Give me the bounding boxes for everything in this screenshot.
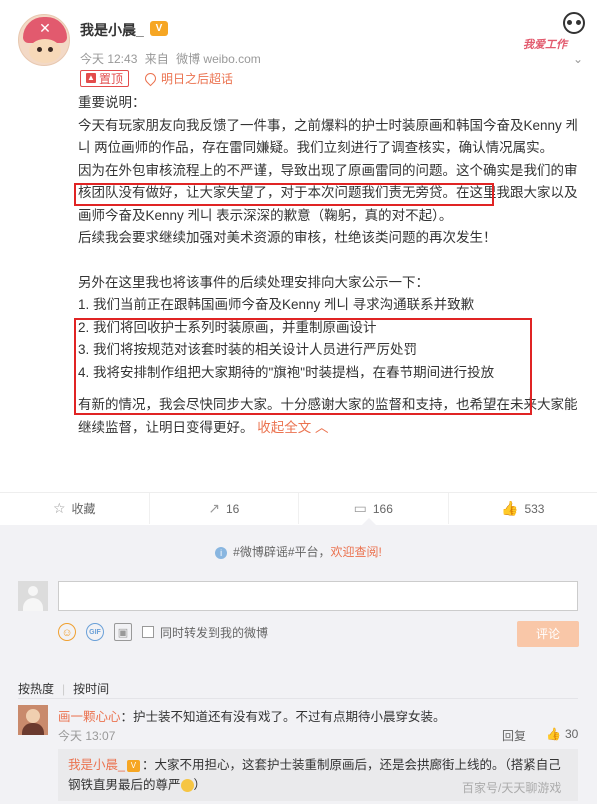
highlight-box xyxy=(74,183,494,206)
chevron-down-icon[interactable]: ⌄ xyxy=(573,52,583,66)
list-intro: 另外在这里我也将该事件的后续处理安排向大家公示一下： xyxy=(78,274,429,290)
like-count: 533 xyxy=(524,501,545,516)
forward-checkbox[interactable] xyxy=(142,626,154,638)
favorite-button[interactable]: ☆ 收藏 xyxy=(0,493,150,524)
comment-like-count: 30 xyxy=(564,727,579,741)
sort-separator: | xyxy=(62,682,66,696)
post-username[interactable]: 我是小晨_ xyxy=(80,20,144,40)
avatar-face xyxy=(29,39,61,63)
list-item: 1. 我们当前正在跟韩国画师今奋及Kenny 케니 寻求沟通联系并致歉 xyxy=(78,297,475,312)
comment-input[interactable] xyxy=(58,581,578,611)
commenter-name[interactable]: 画一颗心心 xyxy=(58,710,121,724)
reply-user-name[interactable]: 我是小晨_ xyxy=(68,758,125,772)
watermark: 百家号/天天聊游戏 xyxy=(462,781,562,795)
star-icon: ☆ xyxy=(52,500,66,516)
image-icon[interactable]: ▣ xyxy=(114,623,132,641)
comment-like-button[interactable]: 👍 30 xyxy=(546,727,578,741)
post-source[interactable]: 微博 weibo.com xyxy=(176,52,261,66)
tag-row: ▲ 置顶 明日之后超话 xyxy=(80,69,233,87)
paragraph: 今天有玩家朋友向我反馈了一件事，之前爆料的护士时装原画和韩国今奋及Kenny 케… xyxy=(78,117,578,156)
avatar-hat-cross: ✕ xyxy=(39,20,51,36)
forward-count: 16 xyxy=(225,501,240,516)
thumbs-up-icon: 👍 xyxy=(501,500,519,516)
pinned-label: 置顶 xyxy=(99,71,124,86)
user-avatar[interactable]: ✕ xyxy=(18,14,70,66)
collapse-link[interactable]: 收起全文 ︿ xyxy=(257,420,328,435)
action-bar: ☆ 收藏 ↗ 16 ▭ 166 👍 533 xyxy=(0,492,597,524)
vip-badge: V xyxy=(150,21,168,36)
super-topic-label: 明日之后超话 xyxy=(161,71,234,86)
stamp-decoration: 我爱工作 xyxy=(523,12,585,52)
sort-by-time[interactable]: 按时间 xyxy=(73,682,109,696)
forward-icon: ↗ xyxy=(208,500,220,516)
sort-bar: 按热度 | 按时间 xyxy=(18,680,109,697)
like-button[interactable]: 👍 533 xyxy=(449,493,597,524)
avatar-eye xyxy=(37,47,42,52)
comment-count: 166 xyxy=(372,501,393,516)
rumor-notice: i #微博辟谣#平台，欢迎查阅! xyxy=(0,543,597,560)
comment-section: i #微博辟谣#平台，欢迎查阅! ☺ GIF ▣ 同时转发到我的微博 评论 按热度… xyxy=(0,525,597,804)
panda-icon xyxy=(563,12,585,34)
highlight-sentence: 因为在外包审核流程上的不严谨，导致出现了原画雷同的问题。 xyxy=(78,162,456,178)
comment-tools: ☺ GIF ▣ 同时转发到我的微博 xyxy=(58,621,268,643)
divider xyxy=(18,698,578,699)
pin-icon: ▲ xyxy=(86,73,96,83)
post-time[interactable]: 今天 12:43 xyxy=(80,52,137,66)
comment-time: 今天 13:07 xyxy=(58,729,116,743)
stamp-text: 我爱工作 xyxy=(523,39,567,51)
post-meta: 今天 12:43 来自 微博 weibo.com xyxy=(80,50,265,67)
comment-caret xyxy=(362,518,376,525)
comment-text: 画一颗心心：护士装不知道还有没有戏了。不过有点期待小晨穿女装。 xyxy=(58,706,446,725)
comment-icon: ▭ xyxy=(353,500,367,516)
weibo-post: ✕ 我是小晨_ V 我爱工作 ⌄ 今天 12:43 来自 微博 weibo.co… xyxy=(0,0,597,490)
gif-icon[interactable]: GIF xyxy=(86,623,104,641)
notice-link[interactable]: 欢迎查阅! xyxy=(331,545,382,559)
emoji-icon[interactable]: ☺ xyxy=(58,623,76,641)
sort-by-hot[interactable]: 按热度 xyxy=(18,682,54,696)
paragraph: 后续我会要求继续加强对美术资源的审核，杜绝该类问题的再次发生！ xyxy=(78,230,497,245)
current-user-avatar xyxy=(18,581,48,611)
info-icon: i xyxy=(215,547,228,559)
submit-comment-button[interactable]: 评论 xyxy=(517,621,579,647)
smile-emoji-icon xyxy=(180,779,194,793)
super-topic-link[interactable]: 明日之后超话 xyxy=(142,70,234,87)
favorite-label: 收藏 xyxy=(71,502,96,516)
avatar-eye xyxy=(48,47,53,52)
notice-text: #微博辟谣#平台， xyxy=(233,545,331,559)
comment-body: ：护士装不知道还有没有戏了。不过有点期待小晨穿女装。 xyxy=(120,710,446,724)
source-prefix: 来自 xyxy=(144,52,169,66)
reply-button[interactable]: 回复 xyxy=(502,727,526,744)
forward-button[interactable]: ↗ 16 xyxy=(150,493,299,524)
highlight-box xyxy=(74,318,532,415)
super-topic-icon xyxy=(142,70,159,86)
pinned-badge: ▲ 置顶 xyxy=(80,69,130,87)
vip-badge: V xyxy=(126,759,140,772)
reply-suffix: ） xyxy=(193,778,207,792)
thumbs-up-icon: 👍 xyxy=(546,727,561,741)
commenter-avatar[interactable] xyxy=(18,705,48,735)
forward-checkbox-label: 同时转发到我的微博 xyxy=(160,625,269,640)
paragraph: 重要说明： xyxy=(78,95,146,110)
